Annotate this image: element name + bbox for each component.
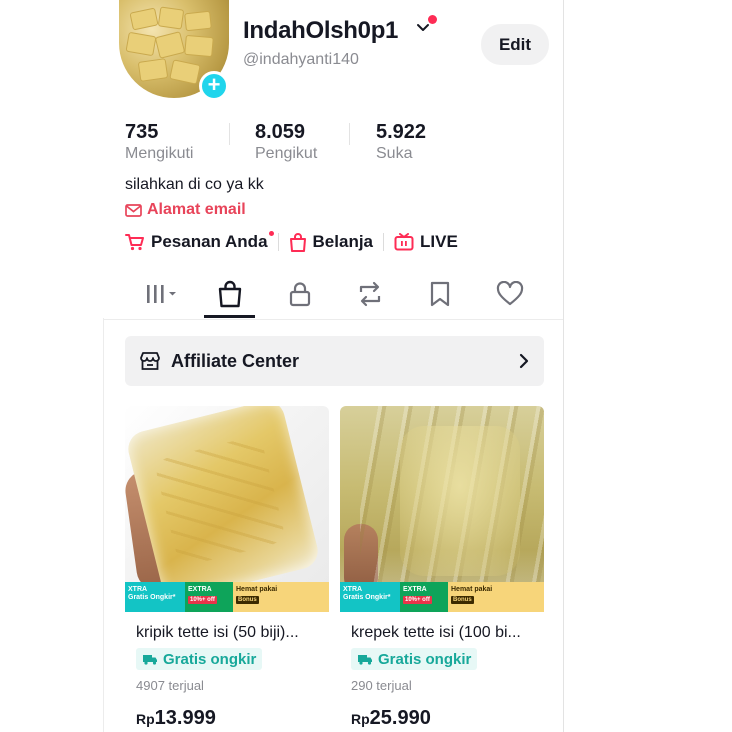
affiliate-center-button[interactable]: Affiliate Center (125, 336, 544, 386)
shop-link[interactable]: Belanja (289, 232, 373, 252)
promo-extra-discount: EXTRA 10%+ off (185, 582, 233, 612)
affiliate-center-label: Affiliate Center (171, 350, 300, 371)
tab-videos[interactable] (143, 276, 183, 312)
price-currency: Rp (351, 711, 370, 727)
stat-likes[interactable]: 5.922 Suka (376, 121, 426, 163)
chevron-right-icon (519, 353, 529, 369)
stat-label: Mengikuti (125, 145, 194, 162)
panel-divider (563, 0, 564, 732)
username[interactable]: IndahOlsh0p1 (243, 17, 398, 45)
storefront-icon (140, 352, 160, 370)
live-link[interactable]: LIVE (394, 232, 458, 252)
bio-text: silahkan di co ya kk (125, 176, 264, 193)
truck-icon (358, 655, 372, 665)
cart-icon (125, 234, 144, 251)
email-label: Alamat email (147, 201, 246, 218)
live-label: LIVE (420, 232, 458, 251)
add-avatar-plus-icon[interactable]: + (199, 71, 229, 101)
mail-icon (125, 203, 142, 217)
quick-links: Pesanan Anda Belanja LIVE (125, 231, 458, 252)
active-tab-indicator (204, 315, 255, 318)
free-shipping-label: Gratis ongkir (378, 650, 472, 668)
tab-favorites[interactable] (420, 276, 460, 312)
stat-divider (349, 123, 350, 145)
promo-extra-discount: EXTRA 10%+ off (400, 582, 448, 612)
quick-divider (383, 233, 385, 251)
promo-bonus: Hemat pakai Bonus (233, 582, 329, 612)
notification-dot (428, 15, 437, 24)
stat-value: 735 (125, 121, 159, 143)
stat-divider (229, 123, 230, 145)
shop-label: Belanja (312, 232, 374, 251)
stat-label: Suka (376, 145, 413, 162)
product-card[interactable]: XTRA Gratis Ongkir* EXTRA 10%+ off Hemat p… (125, 406, 329, 732)
promo-xtra-shipping: XTRA Gratis Ongkir* (340, 582, 400, 612)
tab-shop[interactable] (210, 276, 250, 312)
lock-icon (289, 282, 311, 307)
tab-reposts[interactable] (350, 276, 390, 312)
quick-divider (277, 233, 279, 251)
bookmark-icon (430, 281, 450, 307)
stat-value: 8.059 (255, 121, 306, 143)
price-currency: Rp (136, 711, 155, 727)
live-tv-icon (394, 233, 414, 251)
product-price: Rp25.990 (351, 707, 431, 730)
tab-private[interactable] (280, 276, 320, 312)
orders-link[interactable]: Pesanan Anda (125, 231, 274, 252)
grid-menu-icon (147, 285, 176, 303)
stat-following[interactable]: 735 Mengikuti (125, 121, 193, 163)
user-handle: @indahyanti140 (243, 51, 359, 68)
tabs-divider (104, 319, 563, 320)
free-shipping-label: Gratis ongkir (163, 650, 257, 668)
promo-xtra-shipping: XTRA Gratis Ongkir* (125, 582, 185, 612)
stat-label: Pengikut (255, 145, 318, 162)
orders-notification-dot (268, 231, 274, 236)
shopping-bag-icon (218, 280, 242, 308)
free-shipping-badge: Gratis ongkir (136, 648, 263, 670)
profile-tabs (104, 276, 563, 318)
price-amount: 25.990 (369, 707, 431, 729)
product-card[interactable]: XTRA Gratis Ongkir* EXTRA 10%+ off Hemat p… (340, 406, 544, 732)
stat-value: 5.922 (376, 121, 427, 143)
heart-icon (496, 281, 524, 306)
sold-count: 290 terjual (351, 678, 412, 693)
promo-bonus: Hemat pakai Bonus (448, 582, 544, 612)
product-title: krepek tette isi (100 bi... (351, 624, 521, 641)
orders-label: Pesanan Anda (151, 232, 268, 251)
stat-followers[interactable]: 8.059 Pengikut (255, 121, 317, 163)
truck-icon (143, 655, 157, 665)
price-amount: 13.999 (154, 707, 216, 729)
shopping-bag-icon (289, 232, 306, 252)
edit-profile-button[interactable]: Edit (481, 24, 549, 65)
free-shipping-badge: Gratis ongkir (351, 648, 478, 670)
tab-liked[interactable] (490, 276, 530, 312)
panel-divider-left (103, 318, 104, 732)
product-title: kripik tette isi (50 biji)... (136, 624, 299, 641)
promo-banner: XTRA Gratis Ongkir* EXTRA 10%+ off Hemat p… (340, 582, 544, 612)
sold-count: 4907 terjual (136, 678, 204, 693)
email-link[interactable]: Alamat email (125, 201, 246, 219)
product-price: Rp13.999 (136, 707, 216, 730)
repost-icon (359, 281, 381, 307)
promo-banner: XTRA Gratis Ongkir* EXTRA 10%+ off Hemat p… (125, 582, 329, 612)
